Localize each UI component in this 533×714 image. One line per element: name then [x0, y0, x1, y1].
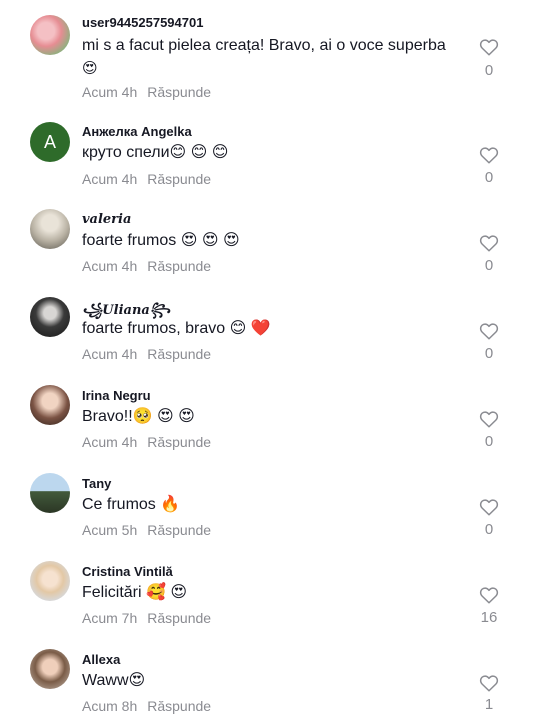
- comment-time: Acum 4h: [82, 171, 138, 187]
- like-count: 0: [484, 433, 494, 450]
- comment-meta: Acum 4h Răspunde: [82, 171, 211, 187]
- avatar[interactable]: A: [30, 122, 70, 162]
- comment-time: Acum 4h: [82, 346, 138, 362]
- comment-meta: Acum 4h Răspunde: [82, 346, 211, 362]
- comment-meta: Acum 8h Răspunde: [82, 698, 211, 714]
- heart-outline-icon: [479, 235, 499, 252]
- comment-text-line1: mi s a facut pielea creața! Bravo, ai o …: [82, 37, 446, 54]
- heart-outline-icon: [479, 39, 499, 56]
- avatar[interactable]: [30, 561, 70, 601]
- comment-text: Bravo!!🥺 😍 😍: [82, 408, 195, 425]
- like-button[interactable]: [478, 498, 500, 516]
- heart-outline-icon: [479, 323, 499, 340]
- comment-item: Allexa Waww😍 Acum 8h Răspunde 1: [0, 649, 533, 714]
- like-count: 1: [484, 696, 494, 713]
- comment-username[interactable]: Tany: [82, 476, 111, 491]
- comment-username[interactable]: 𝒗𝒂𝒍𝒆𝒓𝒊𝒂: [82, 212, 131, 227]
- heart-outline-icon: [479, 147, 499, 164]
- comment-username[interactable]: Анжелка Angelka: [82, 124, 192, 139]
- comment-time: Acum 4h: [82, 258, 138, 274]
- like-count: 0: [484, 62, 494, 79]
- reply-button[interactable]: Răspunde: [147, 698, 211, 714]
- avatar[interactable]: [30, 385, 70, 425]
- like-button[interactable]: [478, 586, 500, 604]
- comment-text: Ce frumos 🔥: [82, 496, 181, 513]
- heart-outline-icon: [479, 499, 499, 516]
- comment-text: foarte frumos 😍 😍 😍: [82, 232, 240, 249]
- like-count: 0: [484, 257, 494, 274]
- comment-username[interactable]: Allexa: [82, 652, 120, 667]
- reply-button[interactable]: Răspunde: [147, 346, 211, 362]
- comment-item: user9445257594701 mi s a facut pielea cr…: [0, 15, 533, 100]
- heart-outline-icon: [479, 675, 499, 692]
- comment-time: Acum 8h: [82, 698, 138, 714]
- like-count: 16: [480, 609, 498, 626]
- comment-item: 𝒗𝒂𝒍𝒆𝒓𝒊𝒂 foarte frumos 😍 😍 😍 Acum 4h Răspu…: [0, 209, 533, 289]
- like-button[interactable]: [478, 322, 500, 340]
- comment-username[interactable]: Cristina Vintilă: [82, 564, 173, 579]
- comment-item: A Анжелка Angelka круто спели😊 😊 😊 Acum …: [0, 122, 533, 202]
- comment-meta: Acum 4h Răspunde: [82, 434, 211, 450]
- reply-button[interactable]: Răspunde: [147, 258, 211, 274]
- like-button[interactable]: [478, 146, 500, 164]
- like-button[interactable]: [478, 234, 500, 252]
- like-button[interactable]: [478, 38, 500, 56]
- avatar[interactable]: [30, 473, 70, 513]
- reply-button[interactable]: Răspunde: [147, 171, 211, 187]
- comment-meta: Acum 5h Răspunde: [82, 522, 211, 538]
- reply-button[interactable]: Răspunde: [147, 84, 211, 100]
- comment-text-line2: 😍: [82, 59, 98, 77]
- comment-meta: Acum 4h Răspunde: [82, 258, 211, 274]
- heart-outline-icon: [479, 411, 499, 428]
- like-button[interactable]: [478, 410, 500, 428]
- comment-text: foarte frumos, bravo 😊 ❤️: [82, 320, 271, 337]
- like-count: 0: [484, 345, 494, 362]
- comment-time: Acum 7h: [82, 610, 138, 626]
- comment-item: Tany Ce frumos 🔥 Acum 5h Răspunde 0: [0, 473, 533, 553]
- comment-meta: Acum 4h Răspunde: [82, 84, 211, 100]
- reply-button[interactable]: Răspunde: [147, 610, 211, 626]
- comment-time: Acum 4h: [82, 84, 138, 100]
- like-count: 0: [484, 521, 494, 538]
- heart-outline-icon: [479, 587, 499, 604]
- comment-username[interactable]: user9445257594701: [82, 15, 203, 30]
- avatar[interactable]: [30, 649, 70, 689]
- comment-time: Acum 4h: [82, 434, 138, 450]
- comment-text: Waww😍: [82, 672, 146, 689]
- comment-username[interactable]: Irina Negru: [82, 388, 151, 403]
- comment-item: Cristina Vintilă Felicitări 🥰 😍 Acum 7h R…: [0, 561, 533, 641]
- comment-text: mi s a facut pielea creața! Bravo, ai o …: [82, 35, 482, 80]
- comment-text: Felicitări 🥰 😍: [82, 584, 188, 601]
- comment-item: ꧁𝑼𝒍𝒊𝒂𝒏𝒂꧂ foarte frumos, bravo 😊 ❤️ Acum …: [0, 297, 533, 377]
- comment-text: круто спели😊 😊 😊: [82, 144, 229, 161]
- like-button[interactable]: [478, 674, 500, 692]
- like-count: 0: [484, 169, 494, 186]
- reply-button[interactable]: Răspunde: [147, 434, 211, 450]
- avatar[interactable]: [30, 15, 70, 55]
- avatar[interactable]: [30, 209, 70, 249]
- avatar[interactable]: [30, 297, 70, 337]
- comment-item: Irina Negru Bravo!!🥺 😍 😍 Acum 4h Răspunde…: [0, 385, 533, 465]
- comment-time: Acum 5h: [82, 522, 138, 538]
- reply-button[interactable]: Răspunde: [147, 522, 211, 538]
- comment-meta: Acum 7h Răspunde: [82, 610, 211, 626]
